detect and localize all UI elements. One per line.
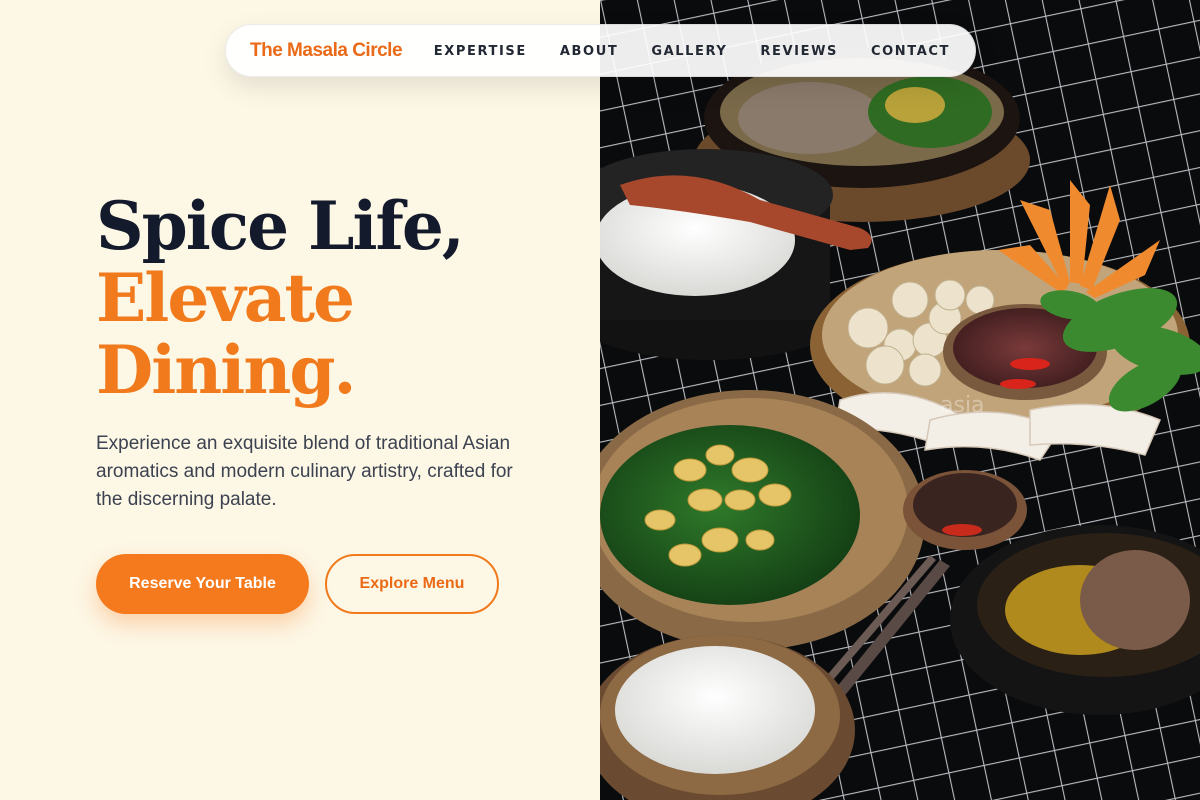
hero-description: Experience an exquisite blend of traditi… [96, 433, 513, 510]
reserve-table-button[interactable]: Reserve Your Table [96, 554, 309, 614]
nav-links: EXPERTISE ABOUT GALLERY REVIEWS CONTACT [434, 42, 950, 60]
watermark-text: asia [940, 393, 985, 418]
nav-link-reviews[interactable]: REVIEWS [760, 44, 838, 59]
nav-link-about[interactable]: ABOUT [560, 44, 618, 59]
nav-link-contact[interactable]: CONTACT [871, 44, 950, 59]
nav-link-gallery[interactable]: GALLERY [651, 44, 727, 59]
nav-link-expertise[interactable]: EXPERTISE [434, 44, 527, 59]
headline-line-2: Elevate [96, 259, 355, 337]
top-navbar: The Masala Circle EXPERTISE ABOUT GALLER… [225, 24, 976, 77]
explore-menu-button[interactable]: Explore Menu [325, 554, 499, 614]
brand-logo[interactable]: The Masala Circle [250, 40, 403, 62]
hero-section: Spice Life, Elevate Dining. Experience a… [96, 190, 566, 614]
headline-line-1: Spice Life, [96, 187, 465, 265]
hero-food-image: asia [600, 0, 1200, 800]
cta-row: Reserve Your Table Explore Menu [96, 554, 566, 614]
food-spread-illustration: asia [600, 0, 1200, 800]
hero-headline: Spice Life, Elevate Dining. [96, 190, 566, 406]
headline-line-3: Dining. [96, 331, 356, 409]
